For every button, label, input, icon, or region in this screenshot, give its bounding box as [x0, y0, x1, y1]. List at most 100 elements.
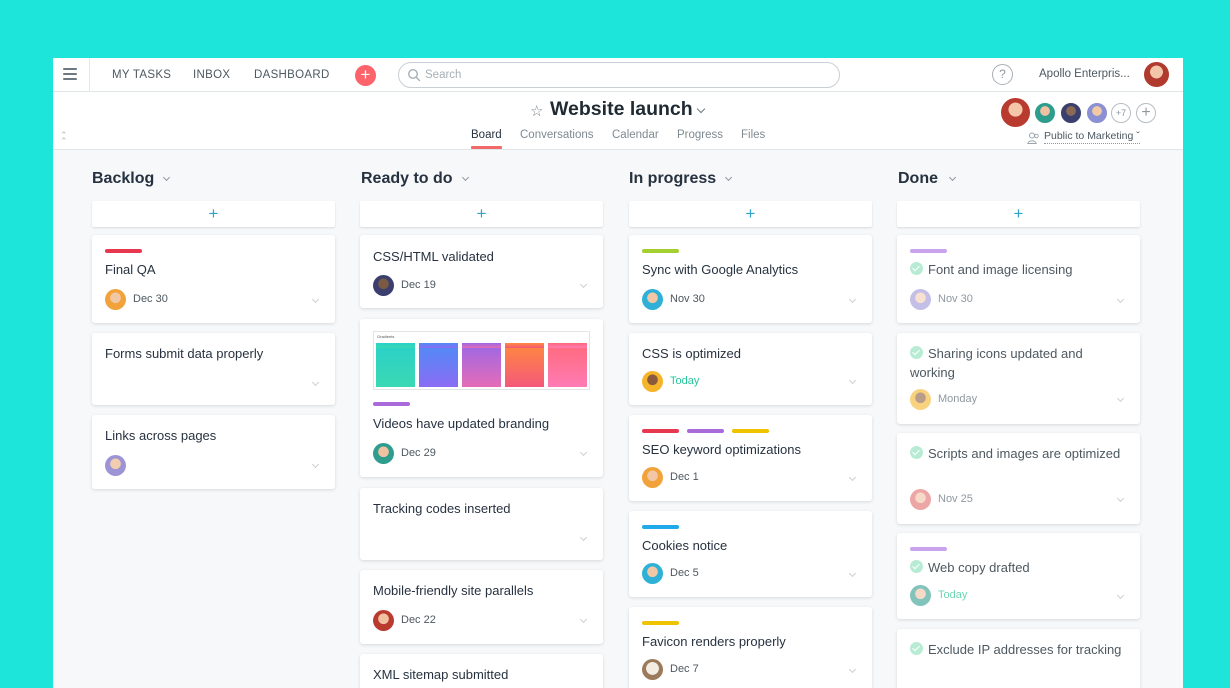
- due-date[interactable]: Dec 19: [401, 279, 436, 291]
- chevron-down-icon[interactable]: [579, 615, 588, 624]
- check-icon[interactable]: [910, 346, 923, 359]
- chevron-down-icon[interactable]: [848, 295, 857, 304]
- search-bar[interactable]: [398, 62, 840, 88]
- add-task-button[interactable]: +: [92, 201, 335, 227]
- due-date[interactable]: Dec 5: [670, 567, 699, 579]
- check-icon[interactable]: [910, 560, 923, 573]
- star-icon[interactable]: ☆: [530, 102, 543, 120]
- user-avatar[interactable]: [1143, 61, 1170, 88]
- check-icon[interactable]: [910, 642, 923, 655]
- nav-my-tasks[interactable]: MY TASKS: [112, 69, 171, 81]
- task-card[interactable]: Mobile-friendly site parallels Dec 22: [360, 570, 603, 644]
- assignee-avatar[interactable]: [105, 289, 126, 310]
- chevron-down-icon[interactable]: [696, 104, 706, 114]
- task-card[interactable]: SEO keyword optimizations Dec 1: [629, 415, 872, 501]
- tab-board[interactable]: Board: [471, 129, 502, 141]
- due-date[interactable]: Dec 29: [401, 447, 436, 459]
- due-date[interactable]: Dec 22: [401, 614, 436, 626]
- due-date[interactable]: Dec 7: [670, 663, 699, 675]
- member-avatar[interactable]: [999, 96, 1032, 129]
- column-title-ready[interactable]: Ready to do: [361, 170, 453, 188]
- due-date[interactable]: Nov 25: [938, 493, 973, 505]
- tab-progress[interactable]: Progress: [677, 129, 723, 141]
- add-task-button[interactable]: +: [360, 201, 603, 227]
- chevron-down-icon[interactable]: [948, 173, 957, 182]
- attachment-thumbnail[interactable]: Gradients: [373, 331, 590, 390]
- assignee-avatar[interactable]: [642, 563, 663, 584]
- due-date[interactable]: Monday: [938, 393, 977, 405]
- chevron-down-icon[interactable]: [162, 173, 171, 182]
- more-members-badge[interactable]: +7: [1111, 103, 1131, 123]
- task-card[interactable]: Sharing icons updated and working Monday: [897, 333, 1140, 424]
- member-avatar[interactable]: [1059, 101, 1083, 125]
- collapse-icon[interactable]: ⌃ ⌃: [60, 131, 68, 146]
- tab-calendar[interactable]: Calendar: [612, 129, 659, 141]
- tab-files[interactable]: Files: [741, 129, 765, 141]
- task-card[interactable]: Favicon renders properly Dec 7: [629, 607, 872, 688]
- chevron-down-icon[interactable]: [848, 665, 857, 674]
- chevron-down-icon[interactable]: [579, 448, 588, 457]
- nav-inbox[interactable]: INBOX: [193, 69, 230, 81]
- task-card[interactable]: Gradients Videos have updated branding D…: [360, 319, 603, 477]
- quick-add-button[interactable]: +: [355, 65, 376, 86]
- nav-dashboard[interactable]: DASHBOARD: [254, 69, 330, 81]
- chevron-down-icon[interactable]: [579, 533, 588, 542]
- assignee-avatar[interactable]: [910, 585, 931, 606]
- task-card[interactable]: Font and image licensing Nov 30: [897, 235, 1140, 323]
- chevron-down-icon[interactable]: [848, 569, 857, 578]
- search-input[interactable]: [425, 67, 825, 83]
- chevron-down-icon[interactable]: [1116, 394, 1125, 403]
- add-member-button[interactable]: +: [1136, 103, 1156, 123]
- task-card[interactable]: CSS/HTML validated Dec 19: [360, 235, 603, 308]
- due-date[interactable]: Nov 30: [938, 293, 973, 305]
- assignee-avatar[interactable]: [910, 489, 931, 510]
- assignee-avatar[interactable]: [642, 467, 663, 488]
- chevron-down-icon[interactable]: [724, 173, 733, 182]
- task-card[interactable]: XML sitemap submitted: [360, 654, 603, 688]
- chevron-down-icon[interactable]: [848, 473, 857, 482]
- check-icon[interactable]: [910, 446, 923, 459]
- chevron-down-icon[interactable]: [1116, 591, 1125, 600]
- task-card[interactable]: Final QA Dec 30: [92, 235, 335, 323]
- task-card[interactable]: Web copy drafted Today: [897, 533, 1140, 619]
- assignee-avatar[interactable]: [373, 443, 394, 464]
- assignee-avatar[interactable]: [910, 289, 931, 310]
- task-card[interactable]: Sync with Google Analytics Nov 30: [629, 235, 872, 323]
- tab-conversations[interactable]: Conversations: [520, 129, 594, 141]
- member-avatar[interactable]: [1033, 101, 1057, 125]
- chevron-down-icon[interactable]: [1116, 295, 1125, 304]
- column-title-done[interactable]: Done: [898, 170, 938, 188]
- add-task-button[interactable]: +: [897, 201, 1140, 227]
- assignee-avatar[interactable]: [373, 610, 394, 631]
- menu-icon[interactable]: [63, 68, 77, 80]
- task-card[interactable]: Tracking codes inserted: [360, 488, 603, 560]
- help-button[interactable]: ?: [992, 64, 1013, 85]
- due-date[interactable]: Today: [670, 375, 699, 387]
- task-card[interactable]: Forms submit data properly: [92, 333, 335, 405]
- assignee-avatar[interactable]: [642, 289, 663, 310]
- due-date[interactable]: Nov 30: [670, 293, 705, 305]
- assignee-avatar[interactable]: [910, 389, 931, 410]
- chevron-down-icon[interactable]: [311, 460, 320, 469]
- privacy-setting[interactable]: Public to Marketing ˇ: [1044, 130, 1140, 144]
- chevron-down-icon[interactable]: [311, 378, 320, 387]
- task-card[interactable]: CSS is optimized Today: [629, 333, 872, 405]
- add-task-button[interactable]: +: [629, 201, 872, 227]
- assignee-avatar[interactable]: [105, 455, 126, 476]
- assignee-avatar[interactable]: [373, 275, 394, 296]
- check-icon[interactable]: [910, 262, 923, 275]
- column-title-backlog[interactable]: Backlog: [92, 170, 154, 188]
- assignee-avatar[interactable]: [642, 371, 663, 392]
- column-title-in-progress[interactable]: In progress: [629, 170, 716, 188]
- chevron-down-icon[interactable]: [848, 376, 857, 385]
- chevron-down-icon[interactable]: [311, 295, 320, 304]
- due-date[interactable]: Dec 1: [670, 471, 699, 483]
- due-date[interactable]: Today: [938, 589, 967, 601]
- task-card[interactable]: Cookies notice Dec 5: [629, 511, 872, 597]
- organization-switcher[interactable]: Apollo Enterpris...: [1039, 68, 1130, 80]
- chevron-down-icon[interactable]: [1116, 494, 1125, 503]
- member-avatar[interactable]: [1085, 101, 1109, 125]
- assignee-avatar[interactable]: [642, 659, 663, 680]
- task-card[interactable]: Links across pages: [92, 415, 335, 489]
- chevron-down-icon[interactable]: [461, 173, 470, 182]
